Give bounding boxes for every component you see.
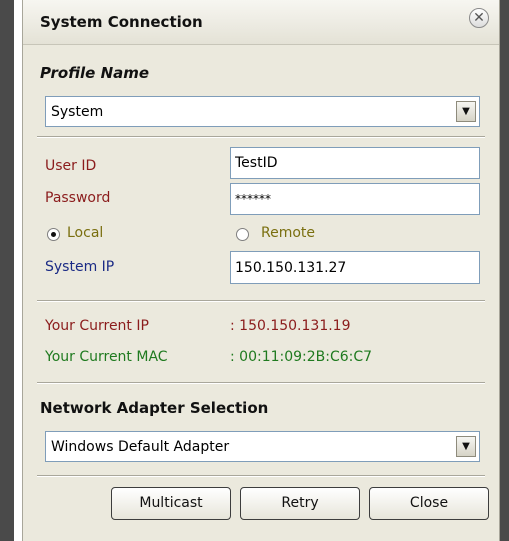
user-id-label: User ID: [45, 158, 97, 174]
system-connection-dialog: System Connection ✕ Profile Name System …: [22, 0, 500, 541]
network-adapter-select[interactable]: Windows Default Adapter ▼: [45, 431, 480, 462]
current-ip-value: : 150.150.131.19: [230, 318, 351, 334]
chevron-down-icon[interactable]: ▼: [456, 436, 476, 457]
system-ip-label: System IP: [45, 259, 115, 275]
system-ip-field[interactable]: [230, 251, 480, 284]
network-adapter-label: Network Adapter Selection: [40, 399, 269, 417]
separator: [37, 300, 485, 302]
multicast-button[interactable]: Multicast: [111, 487, 231, 520]
background-left-edge: [0, 0, 14, 541]
title-bar: System Connection ✕: [23, 0, 499, 45]
local-radio[interactable]: [47, 228, 60, 241]
current-ip-label: Your Current IP: [45, 318, 149, 334]
remote-label[interactable]: Remote: [261, 225, 315, 241]
background-right-edge: [500, 0, 509, 541]
close-icon[interactable]: ✕: [469, 8, 489, 28]
close-button[interactable]: Close: [369, 487, 489, 520]
separator: [37, 475, 485, 477]
local-label[interactable]: Local: [67, 225, 103, 241]
remote-radio[interactable]: [236, 228, 249, 241]
retry-button[interactable]: Retry: [240, 487, 360, 520]
user-id-field[interactable]: [230, 147, 480, 179]
radio-selected-dot: [51, 232, 56, 237]
profile-name-label: Profile Name: [40, 64, 150, 82]
window-title: System Connection: [40, 13, 203, 31]
password-field[interactable]: [230, 183, 480, 215]
current-mac-label: Your Current MAC: [45, 349, 168, 365]
separator: [37, 382, 485, 384]
separator: [37, 136, 485, 138]
profile-name-value: System: [51, 104, 104, 120]
network-adapter-value: Windows Default Adapter: [51, 439, 230, 455]
password-label: Password: [45, 190, 111, 206]
current-mac-value: : 00:11:09:2B:C6:C7: [230, 349, 373, 365]
profile-name-select[interactable]: System ▼: [45, 96, 480, 127]
chevron-down-icon[interactable]: ▼: [456, 101, 476, 122]
